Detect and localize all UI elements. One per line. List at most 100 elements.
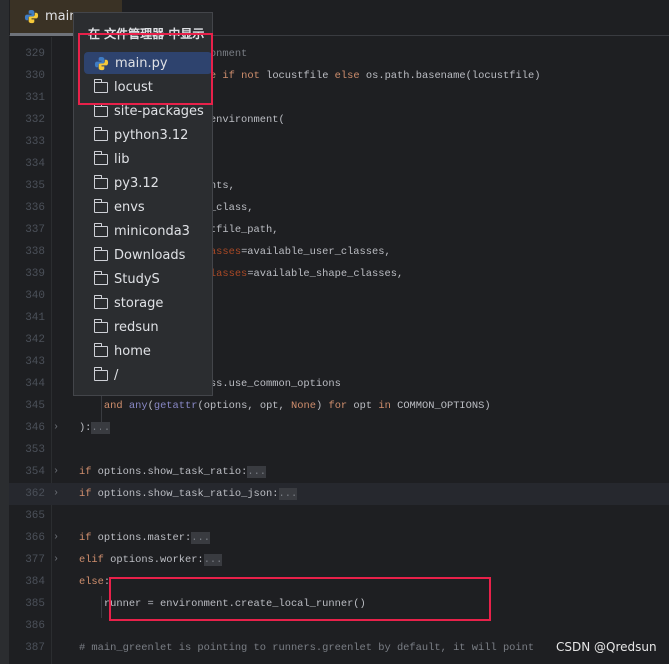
line-number: 386 (25, 620, 45, 632)
popup-item-label: py3.12 (114, 175, 159, 191)
highlight-box-popup (78, 33, 213, 105)
code-token: ... (247, 466, 267, 478)
code-line[interactable]: 354 › if options.show_task_ratio:... (9, 461, 669, 483)
folder-icon (94, 246, 108, 261)
code-line[interactable]: 365 (9, 505, 669, 527)
line-number: 366 (25, 532, 45, 544)
code-text: # main_greenlet is pointing to runners.g… (54, 637, 534, 659)
line-number: 338 (25, 246, 45, 258)
code-line[interactable]: 353 (9, 439, 669, 461)
python-icon (24, 9, 39, 24)
code-token: and (103, 400, 123, 412)
line-number: 387 (25, 642, 45, 654)
line-number: 365 (25, 510, 45, 522)
code-token: options.worker: (103, 554, 204, 566)
line-number: 339 (25, 268, 45, 280)
line-number: 362 (25, 488, 45, 500)
popup-item[interactable]: storage (84, 292, 212, 314)
code-token: options.show_task_ratio: (91, 466, 248, 478)
code-token: COMMON_OPTIONS) (390, 400, 491, 412)
code-token: ... (278, 488, 298, 500)
popup-item-label: home (114, 343, 151, 359)
code-token: ... (191, 532, 210, 544)
folder-icon (94, 222, 108, 237)
highlight-box-runner (109, 577, 491, 621)
code-token: (options, opt, (197, 400, 292, 412)
code-token: not (241, 70, 260, 82)
code-token: # main_greenlet is pointing to runners.g… (54, 642, 535, 654)
line-number: 342 (25, 334, 45, 346)
code-line[interactable]: 346› ):... (9, 417, 669, 439)
code-token: for (328, 400, 348, 412)
code-text: if options.master:... (54, 527, 210, 549)
code-token: options.show_task_ratio_json: (91, 488, 279, 500)
popup-item[interactable]: lib (84, 148, 212, 170)
popup-item-label: StudyS (114, 271, 160, 287)
code-token: if (78, 466, 92, 478)
popup-item-label: miniconda3 (114, 223, 190, 239)
popup-item[interactable]: home (84, 340, 212, 362)
code-token: elif (78, 554, 104, 566)
line-number: 337 (25, 224, 45, 236)
line-number: 341 (25, 312, 45, 324)
code-line[interactable]: 377 › elif options.worker:... (9, 549, 669, 571)
code-token: if (78, 532, 92, 544)
line-number: 385 (25, 598, 45, 610)
popup-item[interactable]: miniconda3 (84, 220, 212, 242)
line-number: 329 (25, 48, 45, 60)
folder-icon (94, 366, 108, 381)
code-token: ): (54, 422, 92, 434)
code-token: =available_user_classes, (241, 246, 391, 258)
folder-icon (94, 198, 108, 213)
code-token: None (291, 400, 316, 412)
line-number: 330 (25, 70, 45, 82)
popup-item[interactable]: python3.12 (84, 124, 212, 146)
folder-icon (94, 126, 108, 141)
popup-item[interactable]: redsun (84, 316, 212, 338)
code-text: else: (54, 571, 110, 593)
popup-item[interactable]: StudyS (84, 268, 212, 290)
indent-guide (101, 596, 102, 618)
popup-item-label: redsun (114, 319, 159, 335)
line-number: 334 (25, 158, 45, 170)
popup-item-label: Downloads (114, 247, 186, 263)
code-line[interactable]: 362 › if options.show_task_ratio_json:... (9, 483, 669, 505)
line-number: 354 (25, 466, 45, 478)
code-token: in (378, 400, 391, 412)
code-token: any (128, 400, 148, 412)
code-text: if options.show_task_ratio_json:... (54, 483, 298, 505)
folder-icon (94, 174, 108, 189)
line-number: 335 (25, 180, 45, 192)
line-number: 340 (25, 290, 45, 302)
line-number: 346 (25, 422, 45, 434)
popup-item[interactable]: envs (84, 196, 212, 218)
line-number: 332 (25, 114, 45, 126)
code-token: os.path.basename(locustfile) (359, 70, 541, 82)
folder-icon (94, 150, 108, 165)
code-text: and any(getattr(options, opt, None) for … (54, 395, 491, 417)
line-number: 336 (25, 202, 45, 214)
code-token: getattr (153, 400, 198, 412)
line-number: 377 (25, 554, 45, 566)
left-tool-strip (0, 0, 9, 664)
code-token: else (334, 70, 360, 82)
code-line[interactable]: 366 › if options.master:... (9, 527, 669, 549)
code-text: elif options.worker:... (54, 549, 223, 571)
popup-item[interactable]: / (84, 364, 212, 386)
code-token: ) (315, 400, 329, 412)
folder-icon (94, 342, 108, 357)
code-token: else (78, 576, 104, 588)
line-number: 333 (25, 136, 45, 148)
popup-item-label: lib (114, 151, 130, 167)
line-number: 344 (25, 378, 45, 390)
code-token: options.master: (91, 532, 192, 544)
popup-item[interactable]: py3.12 (84, 172, 212, 194)
popup-item[interactable]: Downloads (84, 244, 212, 266)
popup-item-label: envs (114, 199, 145, 215)
code-line[interactable]: 345 and any(getattr(options, opt, None) … (9, 395, 669, 417)
popup-item-label: / (114, 367, 119, 383)
code-token: =available_shape_classes, (247, 268, 404, 280)
